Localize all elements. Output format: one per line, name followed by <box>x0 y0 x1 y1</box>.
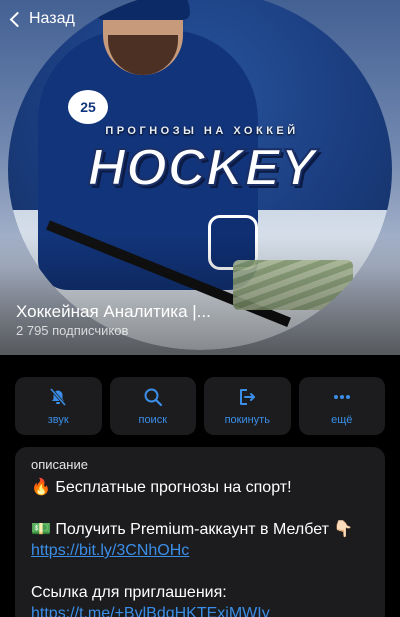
invite-label: Ссылка для приглашения: <box>31 584 227 601</box>
more-icon <box>331 386 353 408</box>
chevron-left-icon <box>9 11 26 28</box>
subscriber-count: 2 795 подписчиков <box>16 323 129 338</box>
leave-icon <box>236 386 258 408</box>
channel-header: 25 ПРОГНОЗЫ НА ХОККЕЙ HOCKEY Назад Хокке… <box>0 0 400 355</box>
line-spacer <box>31 498 369 519</box>
premium-line: 💵 Получить Premium-аккаунт в Мелбет 👇🏻 <box>31 519 369 540</box>
leave-label: покинуть <box>224 414 270 426</box>
premium-link[interactable]: https://bit.ly/3CNhOHc <box>31 540 369 561</box>
back-button[interactable]: Назад <box>6 10 75 28</box>
description-header: описание <box>31 457 88 472</box>
pointing-down-icon: 👇🏻 <box>333 521 354 538</box>
channel-tagline: ПРОГНОЗЫ НА ХОККЕЙ <box>105 125 299 137</box>
anniversary-badge: 25 <box>68 90 108 124</box>
mute-button[interactable]: звук <box>15 377 102 435</box>
invite-link[interactable]: https://t.me/+BvlBdqHKTExjMWIy <box>31 603 369 617</box>
action-bar: звук поиск покинуть ещё <box>15 377 385 435</box>
more-label: ещё <box>331 414 353 426</box>
promo-line: 🔥 Бесплатные прогнозы на спорт! <box>31 477 369 498</box>
bell-slash-icon <box>47 386 69 408</box>
mute-label: звук <box>47 414 69 426</box>
back-label: Назад <box>29 10 75 27</box>
line-spacer <box>31 561 369 582</box>
fire-icon: 🔥 <box>31 479 51 496</box>
player-helmet <box>96 0 190 20</box>
channel-name: Хоккейная Аналитика |... <box>16 302 211 321</box>
channel-brand-title: HOCKEY <box>87 138 317 198</box>
more-button[interactable]: ещё <box>298 377 385 435</box>
search-button[interactable]: поиск <box>109 377 196 435</box>
description-card: описание 🔥 Бесплатные прогнозы на спорт!… <box>15 447 385 617</box>
search-icon <box>142 386 164 408</box>
promo-text: Бесплатные прогнозы на спорт! <box>55 479 292 496</box>
money-icon: 💵 <box>31 521 51 538</box>
premium-text: Получить Premium-аккаунт в Мелбет <box>55 521 329 538</box>
search-label: поиск <box>138 414 168 426</box>
leave-button[interactable]: покинуть <box>204 377 291 435</box>
